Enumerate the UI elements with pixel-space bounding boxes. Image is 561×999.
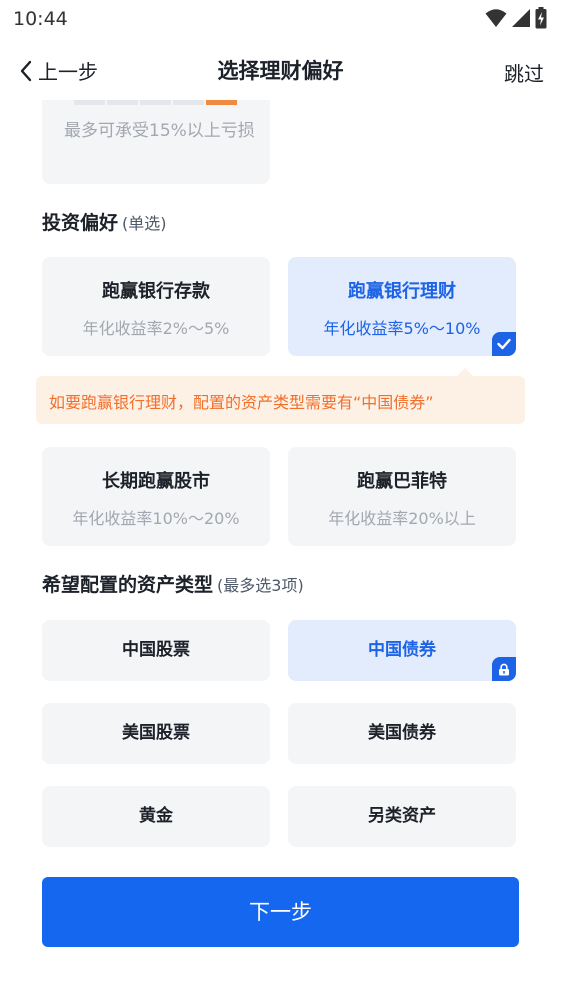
asset-label: 中国债券 bbox=[368, 640, 436, 660]
lock-icon bbox=[499, 663, 509, 675]
asset-label: 中国股票 bbox=[122, 640, 190, 660]
wifi-icon bbox=[485, 9, 507, 27]
asset-china-stocks[interactable]: 中国股票 bbox=[42, 620, 270, 681]
risk-level-card[interactable]: 最多可承受15%以上亏损 bbox=[42, 100, 270, 184]
option-beat-bank-deposit[interactable]: 跑赢银行存款 年化收益率2%～5% bbox=[42, 257, 270, 356]
option-subtitle: 年化收益率20%以上 bbox=[328, 509, 476, 528]
asset-alternative[interactable]: 另类资产 bbox=[288, 786, 516, 847]
scroll-content[interactable]: 最多可承受15%以上亏损 投资偏好 (单选) 跑赢银行存款 年化收益率2%～5% … bbox=[0, 100, 561, 999]
asset-label: 美国股票 bbox=[122, 723, 190, 743]
next-step-button[interactable]: 下一步 bbox=[42, 877, 519, 947]
single-choice-hint: (单选) bbox=[122, 214, 167, 233]
status-bar: 10:44 bbox=[0, 0, 561, 40]
asset-us-bonds[interactable]: 美国债券 bbox=[288, 703, 516, 764]
asset-label: 黄金 bbox=[139, 806, 173, 826]
investment-preference-title: 投资偏好 (单选) bbox=[42, 208, 167, 235]
asset-gold[interactable]: 黄金 bbox=[42, 786, 270, 847]
option-title: 长期跑赢股市 bbox=[102, 471, 210, 492]
option-title: 跑赢巴菲特 bbox=[357, 471, 447, 492]
option-subtitle: 年化收益率5%～10% bbox=[323, 319, 481, 338]
nav-bar: 上一步 选择理财偏好 跳过 bbox=[0, 48, 561, 92]
option-subtitle: 年化收益率10%～20% bbox=[72, 509, 240, 528]
option-subtitle: 年化收益率2%～5% bbox=[82, 319, 230, 338]
asset-label: 另类资产 bbox=[368, 806, 436, 826]
page-title: 选择理财偏好 bbox=[217, 59, 344, 83]
option-beat-bank-wealth[interactable]: 跑赢银行理财 年化收益率5%～10% bbox=[288, 257, 516, 356]
risk-level-segment bbox=[74, 100, 105, 105]
battery-icon bbox=[535, 7, 547, 29]
option-title: 跑赢银行存款 bbox=[102, 281, 210, 302]
asset-types-title: 希望配置的资产类型 (最多选3项) bbox=[42, 570, 304, 597]
skip-button[interactable]: 跳过 bbox=[504, 58, 544, 87]
signal-icon bbox=[512, 9, 530, 27]
asset-types-heading: 希望配置的资产类型 bbox=[42, 574, 214, 596]
max-choice-hint: (最多选3项) bbox=[217, 576, 304, 595]
option-beat-buffett[interactable]: 跑赢巴菲特 年化收益率20%以上 bbox=[288, 447, 516, 546]
asset-china-bonds[interactable]: 中国债券 bbox=[288, 620, 516, 681]
locked-badge bbox=[492, 657, 516, 681]
risk-level-text: 最多可承受15%以上亏损 bbox=[64, 121, 255, 141]
tip-box: 如要跑赢银行理财，配置的资产类型需要有“中国债券” bbox=[36, 368, 525, 424]
status-time: 10:44 bbox=[13, 8, 68, 30]
option-beat-stock-market[interactable]: 长期跑赢股市 年化收益率10%～20% bbox=[42, 447, 270, 546]
option-title: 跑赢银行理财 bbox=[348, 281, 456, 302]
selected-check-badge bbox=[492, 332, 516, 356]
asset-us-stocks[interactable]: 美国股票 bbox=[42, 703, 270, 764]
tip-arrow bbox=[456, 368, 474, 377]
status-icons bbox=[485, 7, 547, 29]
tip-text: 如要跑赢银行理财，配置的资产类型需要有“中国债券” bbox=[49, 393, 434, 412]
risk-level-segment bbox=[173, 100, 204, 105]
risk-level-segment bbox=[107, 100, 138, 105]
check-icon bbox=[497, 338, 511, 350]
risk-level-segment bbox=[140, 100, 171, 105]
asset-label: 美国债券 bbox=[368, 723, 436, 743]
risk-level-bar bbox=[74, 100, 237, 105]
investment-preference-heading: 投资偏好 bbox=[42, 212, 119, 234]
risk-level-segment-active bbox=[206, 100, 237, 105]
